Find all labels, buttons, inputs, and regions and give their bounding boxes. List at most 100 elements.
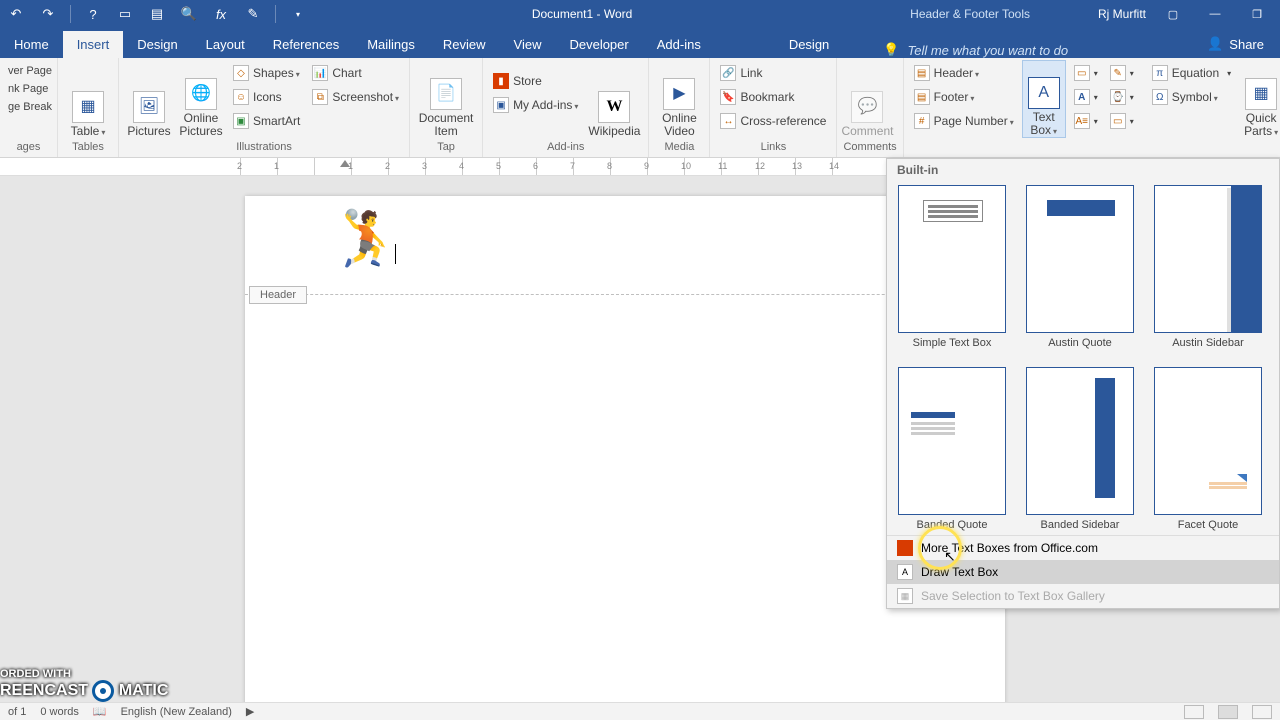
icons-icon: ☺ (233, 89, 249, 105)
save-gallery-icon: ▦ (897, 588, 913, 604)
bookmark-icon: 🔖 (720, 89, 736, 105)
tab-view[interactable]: View (500, 31, 556, 58)
tab-addins[interactable]: Add-ins (643, 31, 715, 58)
group-addins: Add-ins (489, 139, 642, 157)
icons-button[interactable]: ☺Icons (229, 86, 304, 108)
tab-developer[interactable]: Developer (555, 31, 642, 58)
ribbon: ver Page nk Page ge Break ages ▦Table Ta… (0, 58, 1280, 158)
footer-button[interactable]: ▤Footer (910, 86, 1018, 108)
small-opt[interactable]: A▾ (1070, 86, 1102, 108)
document-item-button[interactable]: 📄Document Item (416, 60, 476, 138)
document-item-icon: 📄 (430, 78, 462, 110)
comment-button[interactable]: 💬Comment (843, 60, 891, 138)
web-layout-button[interactable] (1252, 705, 1272, 719)
store-button[interactable]: ▮Store (489, 70, 582, 92)
ribbon-display-button[interactable]: ▢ (1158, 2, 1188, 26)
crossref-icon: ↔ (720, 113, 736, 129)
tab-design[interactable]: Design (123, 31, 191, 58)
table-button[interactable]: ▦Table (64, 60, 112, 138)
qat-btn[interactable]: ▭ (113, 2, 137, 26)
small-opt[interactable]: ✎▾ (1106, 62, 1138, 84)
link-icon: 🔗 (720, 65, 736, 81)
macro-icon[interactable]: ▶ (246, 705, 254, 718)
link-button[interactable]: 🔗Link (716, 62, 830, 84)
language-indicator[interactable]: English (New Zealand) (121, 706, 232, 718)
fx-icon[interactable]: fx (209, 2, 233, 26)
gallery-item-banded-sidebar[interactable]: Banded Sidebar (1025, 367, 1135, 531)
draw-textbox-icon: A (897, 564, 913, 580)
restore-button[interactable]: ❐ (1242, 2, 1272, 26)
gallery-item-austin-sidebar[interactable]: Austin Sidebar (1153, 185, 1263, 349)
smartart-button[interactable]: ▣SmartArt (229, 110, 304, 132)
screenshot-button[interactable]: ⧉Screenshot (308, 86, 403, 108)
title-bar: ↶ ↷ ? ▭ ▤ 🔍 fx ✎ ▾ Document1 - Word Head… (0, 0, 1280, 28)
page-indicator[interactable]: of 1 (8, 706, 26, 718)
text-box-button[interactable]: AText Box (1022, 60, 1066, 138)
tab-insert[interactable]: Insert (63, 31, 124, 58)
tab-references[interactable]: References (259, 31, 353, 58)
gallery-item-austin-quote[interactable]: Austin Quote (1025, 185, 1135, 349)
group-links: Links (716, 139, 830, 157)
cross-reference-button[interactable]: ↔Cross-reference (716, 110, 830, 132)
addins-icon: ▣ (493, 97, 509, 113)
redo-button[interactable]: ↷ (36, 2, 60, 26)
tab-review[interactable]: Review (429, 31, 500, 58)
qat-customize[interactable]: ▾ (286, 2, 310, 26)
indent-marker[interactable] (340, 160, 350, 167)
bookmark-button[interactable]: 🔖Bookmark (716, 86, 830, 108)
minimize-button[interactable]: — (1200, 2, 1230, 26)
cover-page-button[interactable]: ver Page (6, 62, 54, 80)
tab-hf-design[interactable]: Design (775, 31, 843, 58)
undo-button[interactable]: ↶ (4, 2, 28, 26)
blank-page-button[interactable]: nk Page (6, 80, 54, 98)
share-button[interactable]: 👤 Share (1191, 30, 1280, 58)
shapes-icon: ◇ (233, 65, 249, 81)
read-mode-button[interactable] (1184, 705, 1204, 719)
smartart-icon: ▣ (233, 113, 249, 129)
gallery-item-simple[interactable]: Simple Text Box (897, 185, 1007, 349)
tab-layout[interactable]: Layout (192, 31, 259, 58)
watermark: ORDED WITH REENCAST MATIC (0, 668, 168, 702)
page-break-button[interactable]: ge Break (6, 98, 54, 116)
user-name[interactable]: Rj Murfitt (1098, 7, 1146, 21)
quick-parts-button[interactable]: ▦Quick Parts (1239, 60, 1280, 138)
search-icon[interactable]: 🔍 (177, 2, 201, 26)
online-video-button[interactable]: ▶Online Video (655, 60, 703, 138)
pictures-button[interactable]: 🖼Pictures (125, 60, 173, 138)
header-button[interactable]: ▤Header (910, 62, 1018, 84)
chart-button[interactable]: 📊Chart (308, 62, 403, 84)
header-tag[interactable]: Header (249, 286, 307, 304)
word-count[interactable]: 0 words (40, 706, 79, 718)
my-addins-button[interactable]: ▣My Add-ins (489, 94, 582, 116)
page-number-button[interactable]: #Page Number (910, 110, 1018, 132)
small-opt[interactable]: ▭▾ (1070, 62, 1102, 84)
text-cursor (395, 244, 396, 264)
more-textboxes-item[interactable]: More Text Boxes from Office.com (887, 536, 1279, 560)
tell-me-search[interactable]: 💡 Tell me what you want to do (843, 42, 1191, 58)
draw-text-box-item[interactable]: ADraw Text Box (887, 560, 1279, 584)
print-layout-button[interactable] (1218, 705, 1238, 719)
gallery-item-banded-quote[interactable]: Banded Quote (897, 367, 1007, 531)
qat-btn[interactable]: ▤ (145, 2, 169, 26)
ribbon-tabs: Home Insert Design Layout References Mai… (0, 28, 1280, 58)
group-tap: Tap (416, 139, 476, 157)
tab-mailings[interactable]: Mailings (353, 31, 429, 58)
wikipedia-button[interactable]: WWikipedia (586, 60, 642, 138)
tab-home[interactable]: Home (0, 31, 63, 58)
qat-btn[interactable]: ✎ (241, 2, 265, 26)
equation-button[interactable]: πEquation▾ (1148, 62, 1235, 84)
online-pictures-button[interactable]: 🌐Online Pictures (177, 60, 225, 138)
small-opt[interactable]: A≡▾ (1070, 110, 1102, 132)
small-opt[interactable]: ▭▾ (1106, 110, 1138, 132)
gallery-heading: Built-in (887, 159, 1279, 179)
small-opt[interactable]: ⌚▾ (1106, 86, 1138, 108)
symbol-button[interactable]: ΩSymbol (1148, 86, 1235, 108)
help-button[interactable]: ? (81, 2, 105, 26)
group-media: Media (655, 139, 703, 157)
document-title: Document1 - Word (314, 7, 850, 21)
pictures-icon: 🖼 (133, 91, 165, 123)
proofing-icon[interactable]: 📖 (93, 705, 107, 718)
shapes-button[interactable]: ◇Shapes (229, 62, 304, 84)
gallery-item-facet-quote[interactable]: Facet Quote (1153, 367, 1263, 531)
tennis-player-icon[interactable]: 🤾 (333, 208, 400, 271)
